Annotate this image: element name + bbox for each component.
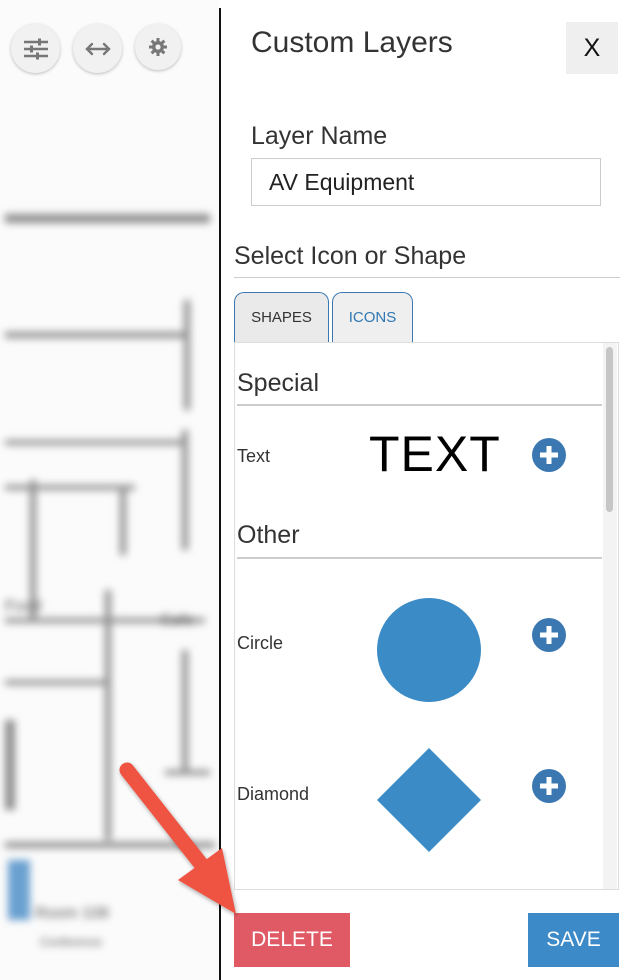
filter-button[interactable]	[11, 24, 60, 73]
group-divider	[237, 557, 602, 559]
add-circle-icon[interactable]	[532, 618, 566, 652]
resize-button[interactable]	[73, 24, 122, 73]
diamond-shape-preview	[377, 748, 481, 852]
sliders-icon	[23, 38, 48, 59]
save-button[interactable]: SAVE	[528, 913, 619, 967]
layer-name-label: Layer Name	[251, 122, 388, 150]
shapes-list[interactable]: Special Text TEXT Other Circle Diamond	[234, 342, 619, 890]
circle-shape-preview	[377, 598, 481, 702]
group-title-other: Other	[237, 521, 300, 549]
item-label-text: Text	[237, 446, 271, 466]
scrollbar-track[interactable]	[603, 343, 617, 889]
settings-button[interactable]	[135, 24, 181, 70]
delete-button[interactable]: DELETE	[234, 913, 350, 967]
add-text-icon[interactable]	[532, 438, 566, 472]
panel-title: Custom Layers	[251, 26, 453, 59]
horizontal-arrows-icon	[84, 42, 111, 55]
section-divider	[234, 277, 620, 278]
group-title-special: Special	[237, 369, 319, 397]
map-toolbar	[11, 24, 181, 73]
floorplan-background: Cafe Room 108 Conference Food	[0, 0, 219, 980]
add-diamond-icon[interactable]	[532, 769, 566, 803]
scrollbar-thumb[interactable]	[606, 347, 613, 512]
close-button[interactable]: X	[566, 22, 618, 74]
gear-icon	[149, 38, 167, 56]
group-divider	[237, 404, 602, 406]
select-icon-shape-label: Select Icon or Shape	[234, 242, 467, 270]
tab-icons[interactable]: ICONS	[332, 292, 413, 342]
map-view[interactable]: Cafe Room 108 Conference Food	[0, 0, 219, 980]
item-label-diamond: Diamond	[237, 784, 310, 804]
tab-shapes[interactable]: SHAPES	[234, 292, 329, 342]
text-shape-preview: TEXT	[369, 426, 501, 482]
item-label-circle: Circle	[237, 633, 284, 653]
layer-name-input[interactable]	[251, 158, 601, 206]
custom-layers-panel: Custom Layers X Layer Name Select Icon o…	[221, 0, 637, 980]
